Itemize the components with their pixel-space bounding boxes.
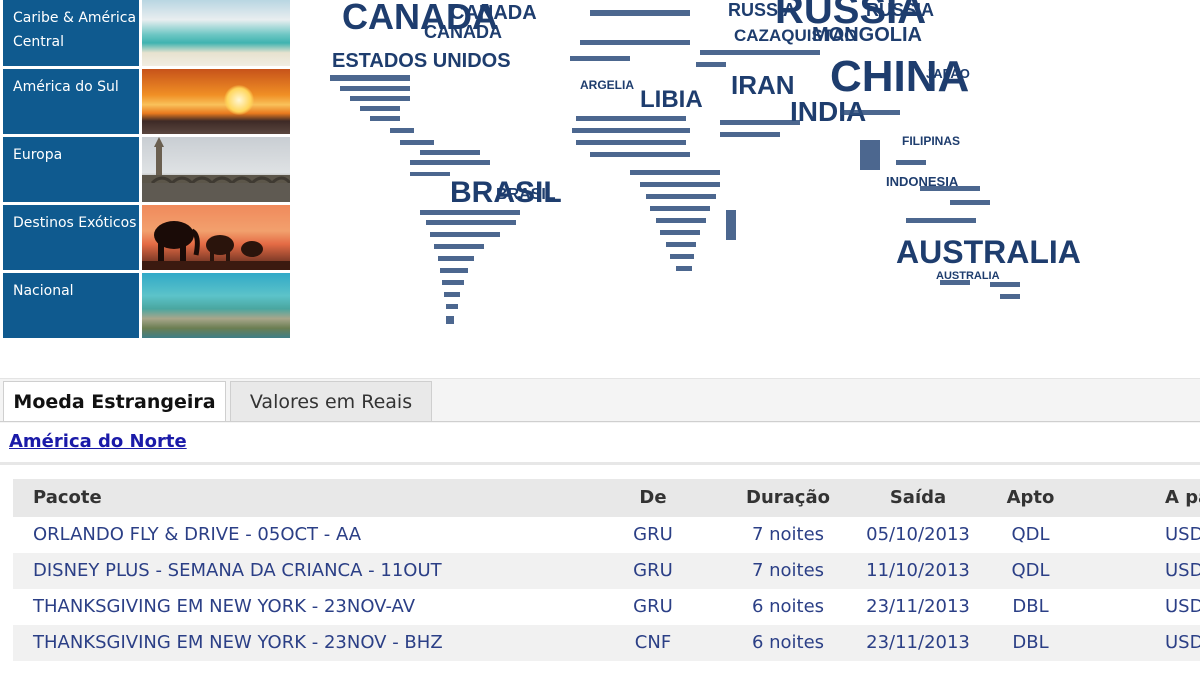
tab-valores-em-reais[interactable]: Valores em Reais xyxy=(230,381,432,422)
room-cell: QDL xyxy=(1011,560,1050,581)
region-label: Caribe & América Central xyxy=(3,0,139,66)
departure-cell: 23/11/2013 xyxy=(866,632,970,653)
header-a-partir[interactable]: A pa xyxy=(1165,479,1200,517)
duration-cell: 7 noites xyxy=(751,524,825,545)
header-pacote[interactable]: Pacote xyxy=(33,479,102,517)
origin-cell: GRU xyxy=(633,524,673,545)
duration-cell: 7 noites xyxy=(751,560,825,581)
sunset-photo xyxy=(142,69,290,134)
table-row[interactable]: ORLANDO FLY & DRIVE - 05OCT - AA GRU 7 n… xyxy=(13,517,1200,553)
room-cell: DBL xyxy=(1012,596,1049,617)
header-de[interactable]: De xyxy=(613,479,693,517)
region-america-do-sul[interactable]: América do Sul xyxy=(3,69,290,134)
world-word-map: CANADA CANADA CANADA ESTADOS UNIDOS RUSS… xyxy=(300,0,1081,340)
origin-cell: GRU xyxy=(633,596,673,617)
table-row[interactable]: DISNEY PLUS - SEMANA DA CRIANCA - 11OUT … xyxy=(13,553,1200,589)
region-europa[interactable]: Europa xyxy=(3,137,290,202)
package-link[interactable]: DISNEY PLUS - SEMANA DA CRIANCA - 11OUT xyxy=(33,553,442,589)
region-menu: Caribe & América Central América do Sul … xyxy=(3,0,290,341)
room-cell: QDL xyxy=(1011,524,1050,545)
table-row[interactable]: THANKSGIVING EM NEW YORK - 23NOV - BHZ C… xyxy=(13,625,1200,661)
table-header: Pacote De Duração Saída Apto A pa xyxy=(13,479,1200,517)
departure-cell: 05/10/2013 xyxy=(866,524,970,545)
duration-cell: 6 noites xyxy=(751,596,825,617)
region-destinos-exoticos[interactable]: Destinos Exóticos xyxy=(3,205,290,270)
origin-cell: GRU xyxy=(633,560,673,581)
region-label: América do Sul xyxy=(3,69,139,134)
header-saida[interactable]: Saída xyxy=(858,479,978,517)
tab-moeda-estrangeira[interactable]: Moeda Estrangeira xyxy=(3,381,226,422)
elephants-photo xyxy=(142,205,290,270)
map-texture xyxy=(330,10,1020,324)
price-cell: USD xyxy=(1165,524,1200,545)
price-cell: USD xyxy=(1165,560,1200,581)
elephant-silhouette xyxy=(142,221,290,270)
header-duracao[interactable]: Duração xyxy=(728,479,848,517)
header-apto[interactable]: Apto xyxy=(988,479,1073,517)
package-link[interactable]: ORLANDO FLY & DRIVE - 05OCT - AA xyxy=(33,517,361,553)
departure-cell: 11/10/2013 xyxy=(866,560,970,581)
section-divider xyxy=(0,462,1200,465)
departure-cell: 23/11/2013 xyxy=(866,596,970,617)
region-nacional[interactable]: Nacional xyxy=(3,273,290,338)
price-cell: USD xyxy=(1165,596,1200,617)
duration-cell: 6 noites xyxy=(751,632,825,653)
package-link[interactable]: THANKSGIVING EM NEW YORK - 23NOV - BHZ xyxy=(33,625,443,661)
bridge-silhouette xyxy=(142,137,290,202)
region-caribe[interactable]: Caribe & América Central xyxy=(3,0,290,66)
tab-divider xyxy=(0,421,1200,422)
sun-icon xyxy=(224,85,254,115)
price-cell: USD xyxy=(1165,632,1200,653)
table-row[interactable]: THANKSGIVING EM NEW YORK - 23NOV-AV GRU … xyxy=(13,589,1200,625)
region-label: Destinos Exóticos xyxy=(3,205,139,270)
currency-tabs: Moeda Estrangeira Valores em Reais xyxy=(0,378,1200,423)
city-bridge-photo xyxy=(142,137,290,202)
beach-photo xyxy=(142,0,290,66)
region-label: Europa xyxy=(3,137,139,202)
coast-photo xyxy=(142,273,290,338)
region-link-america-do-norte[interactable]: América do Norte xyxy=(9,431,187,452)
region-label: Nacional xyxy=(3,273,139,338)
origin-cell: CNF xyxy=(634,632,672,653)
packages-table: Pacote De Duração Saída Apto A pa ORLAND… xyxy=(13,479,1200,661)
package-link[interactable]: THANKSGIVING EM NEW YORK - 23NOV-AV xyxy=(33,589,415,625)
room-cell: DBL xyxy=(1012,632,1049,653)
